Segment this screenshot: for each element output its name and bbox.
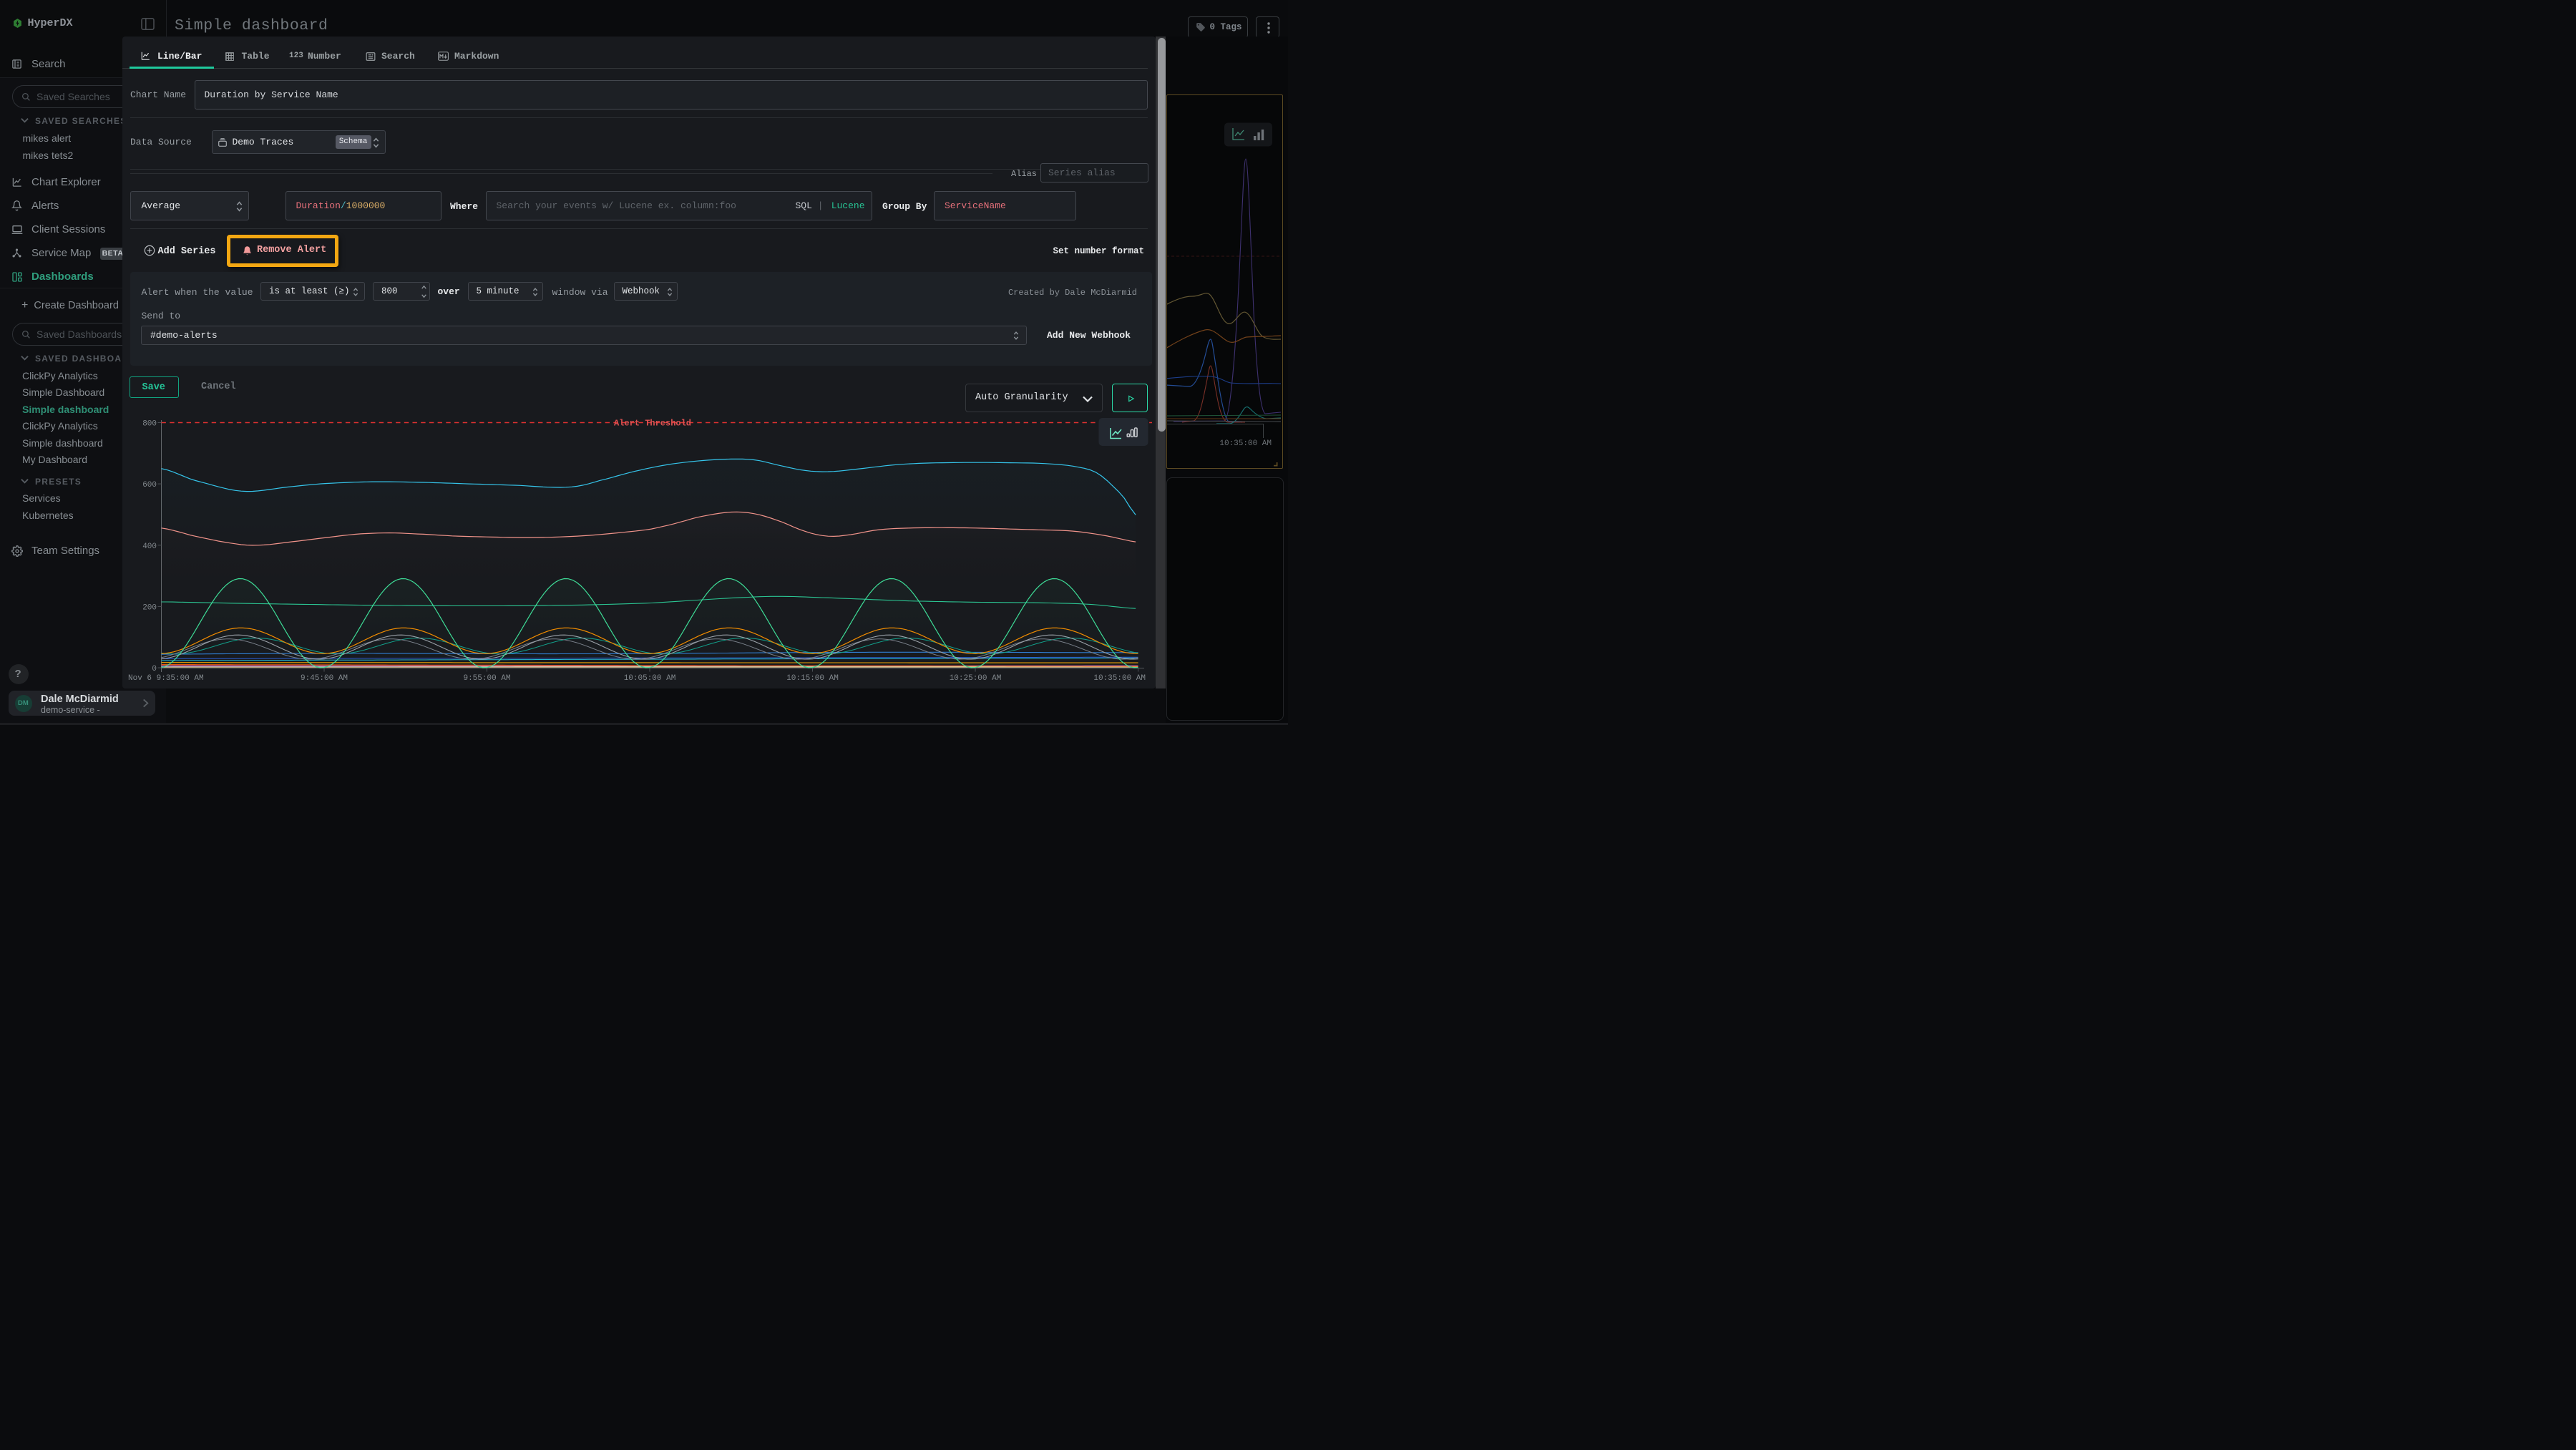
svg-text:400: 400 [142,542,157,551]
svg-text:600: 600 [142,481,157,490]
svg-text:9:55:00 AM: 9:55:00 AM [463,674,510,683]
svg-text:9:45:00 AM: 9:45:00 AM [301,674,348,683]
svg-text:Alert Threshold: Alert Threshold [614,419,691,429]
svg-text:0: 0 [152,665,157,673]
svg-text:10:35:00 AM: 10:35:00 AM [1093,674,1146,683]
svg-text:200: 200 [142,603,157,612]
svg-text:10:05:00 AM: 10:05:00 AM [624,674,676,683]
svg-text:10:15:00 AM: 10:15:00 AM [786,674,839,683]
svg-text:10:25:00 AM: 10:25:00 AM [950,674,1002,683]
svg-text:800: 800 [142,420,157,429]
svg-text:Nov 6 9:35:00 AM: Nov 6 9:35:00 AM [128,674,204,683]
